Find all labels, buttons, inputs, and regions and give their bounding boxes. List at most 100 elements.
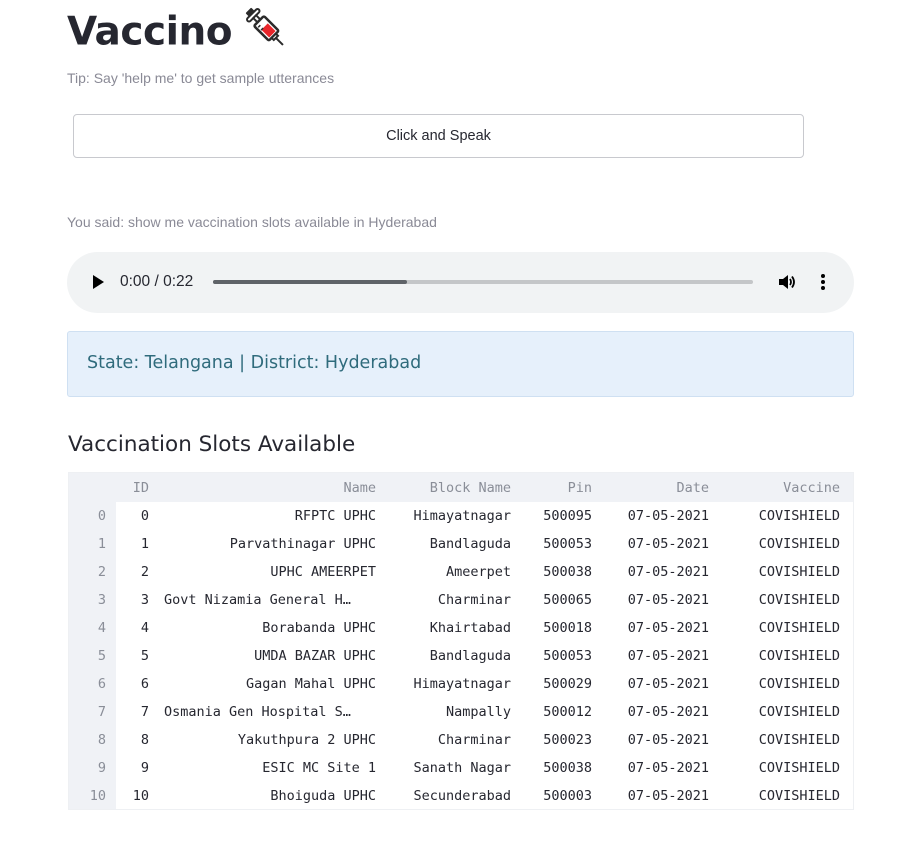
cell-pin: 500095	[543, 508, 592, 524]
row-index: 0	[69, 502, 116, 530]
cell-id: 7	[140, 704, 149, 720]
cell-pin: 500065	[543, 592, 592, 608]
audio-time: 0:00 / 0:22	[120, 273, 194, 290]
cell-block-name: Nampally	[445, 704, 511, 720]
cell-name: Osmania Gen Hospital S…	[164, 704, 351, 720]
cell-vaccine: COVISHIELD	[758, 648, 840, 664]
table-row[interactable]: 10 10 Bhoiguda UPHC Secunderabad 500003 …	[69, 782, 853, 809]
cell-vaccine: COVISHIELD	[758, 592, 840, 608]
you-said-text: You said: show me vaccination slots avai…	[67, 214, 437, 230]
cell-vaccine: COVISHIELD	[758, 620, 840, 636]
tip-text: Tip: Say 'help me' to get sample utteran…	[67, 70, 335, 86]
row-index: 3	[69, 586, 116, 614]
cell-pin: 500018	[543, 620, 592, 636]
column-header-vaccine[interactable]: Vaccine	[724, 473, 853, 502]
more-options-icon[interactable]	[818, 272, 828, 297]
row-index: 9	[69, 754, 116, 782]
table-row[interactable]: 6 6 Gagan Mahal UPHC Himayatnagar 500029…	[69, 670, 853, 698]
row-index: 6	[69, 670, 116, 698]
section-title: Vaccination Slots Available	[68, 432, 356, 457]
cell-vaccine: COVISHIELD	[758, 788, 840, 804]
row-index: 1	[69, 530, 116, 558]
cell-vaccine: COVISHIELD	[758, 732, 840, 748]
table-row[interactable]: 8 8 Yakuthpura 2 UPHC Charminar 500023 0…	[69, 726, 853, 754]
cell-pin: 500012	[543, 704, 592, 720]
syringe-icon	[242, 4, 290, 64]
cell-block-name: Charminar	[437, 732, 511, 748]
row-index: 10	[69, 782, 116, 809]
click-and-speak-label: Click and Speak	[386, 128, 491, 144]
slots-table[interactable]: ID Name Block Name Pin Date Vaccine 0 0 …	[68, 472, 854, 810]
cell-block-name: Charminar	[437, 592, 511, 608]
table-row[interactable]: 5 5 UMDA BAZAR UPHC Bandlaguda 500053 07…	[69, 642, 853, 670]
cell-pin: 500003	[543, 788, 592, 804]
column-header-pin[interactable]: Pin	[526, 473, 607, 502]
row-index: 2	[69, 558, 116, 586]
cell-vaccine: COVISHIELD	[758, 760, 840, 776]
cell-id: 4	[140, 620, 149, 636]
location-info-box: State: Telangana | District: Hyderabad	[67, 331, 854, 397]
cell-id: 6	[140, 676, 149, 692]
play-icon[interactable]	[91, 274, 105, 295]
row-index: 5	[69, 642, 116, 670]
audio-progress-fill	[213, 280, 408, 284]
cell-vaccine: COVISHIELD	[758, 508, 840, 524]
cell-name: RFPTC UPHC	[294, 508, 376, 524]
cell-block-name: Himayatnagar	[413, 508, 511, 524]
cell-block-name: Bandlaguda	[429, 536, 511, 552]
cell-name: Gagan Mahal UPHC	[245, 676, 376, 692]
cell-name: Govt Nizamia General H…	[164, 592, 351, 608]
cell-name: UPHC AMEERPET	[270, 564, 376, 580]
table-row[interactable]: 7 7 Osmania Gen Hospital S… Nampally 500…	[69, 698, 853, 726]
cell-date: 07-05-2021	[627, 564, 709, 580]
cell-date: 07-05-2021	[627, 788, 709, 804]
cell-date: 07-05-2021	[627, 508, 709, 524]
cell-date: 07-05-2021	[627, 592, 709, 608]
page-title: Vaccino	[67, 4, 290, 64]
cell-vaccine: COVISHIELD	[758, 564, 840, 580]
click-and-speak-button[interactable]: Click and Speak	[73, 114, 804, 158]
cell-id: 10	[132, 788, 149, 804]
cell-id: 9	[140, 760, 149, 776]
row-index: 8	[69, 726, 116, 754]
table-row[interactable]: 3 3 Govt Nizamia General H… Charminar 50…	[69, 586, 853, 614]
cell-pin: 500023	[543, 732, 592, 748]
cell-name: UMDA BAZAR UPHC	[254, 648, 376, 664]
cell-name: Parvathinagar UPHC	[229, 536, 376, 552]
table-row[interactable]: 2 2 UPHC AMEERPET Ameerpet 500038 07-05-…	[69, 558, 853, 586]
cell-pin: 500053	[543, 536, 592, 552]
table-row[interactable]: 4 4 Borabanda UPHC Khairtabad 500018 07-…	[69, 614, 853, 642]
cell-block-name: Khairtabad	[429, 620, 511, 636]
cell-name: ESIC MC Site 1	[262, 760, 376, 776]
audio-seek-bar[interactable]	[213, 280, 753, 284]
cell-date: 07-05-2021	[627, 704, 709, 720]
table-header-row: ID Name Block Name Pin Date Vaccine	[69, 473, 853, 502]
cell-vaccine: COVISHIELD	[758, 676, 840, 692]
column-header-index[interactable]	[69, 473, 116, 502]
table-row[interactable]: 9 9 ESIC MC Site 1 Sanath Nagar 500038 0…	[69, 754, 853, 782]
cell-pin: 500038	[543, 564, 592, 580]
volume-icon[interactable]	[777, 272, 797, 297]
cell-date: 07-05-2021	[627, 620, 709, 636]
column-header-block-name[interactable]: Block Name	[391, 473, 526, 502]
cell-vaccine: COVISHIELD	[758, 704, 840, 720]
cell-id: 3	[140, 592, 149, 608]
cell-date: 07-05-2021	[627, 648, 709, 664]
cell-block-name: Sanath Nagar	[413, 760, 511, 776]
cell-block-name: Bandlaguda	[429, 648, 511, 664]
audio-player: 0:00 / 0:22	[67, 252, 854, 313]
column-header-date[interactable]: Date	[607, 473, 724, 502]
row-index: 7	[69, 698, 116, 726]
cell-block-name: Secunderabad	[413, 788, 511, 804]
cell-pin: 500053	[543, 648, 592, 664]
table-row[interactable]: 0 0 RFPTC UPHC Himayatnagar 500095 07-05…	[69, 502, 853, 530]
column-header-name[interactable]: Name	[164, 473, 391, 502]
cell-id: 1	[140, 536, 149, 552]
table-row[interactable]: 1 1 Parvathinagar UPHC Bandlaguda 500053…	[69, 530, 853, 558]
cell-pin: 500029	[543, 676, 592, 692]
cell-vaccine: COVISHIELD	[758, 536, 840, 552]
cell-id: 5	[140, 648, 149, 664]
cell-date: 07-05-2021	[627, 760, 709, 776]
column-header-id[interactable]: ID	[116, 473, 164, 502]
row-index: 4	[69, 614, 116, 642]
